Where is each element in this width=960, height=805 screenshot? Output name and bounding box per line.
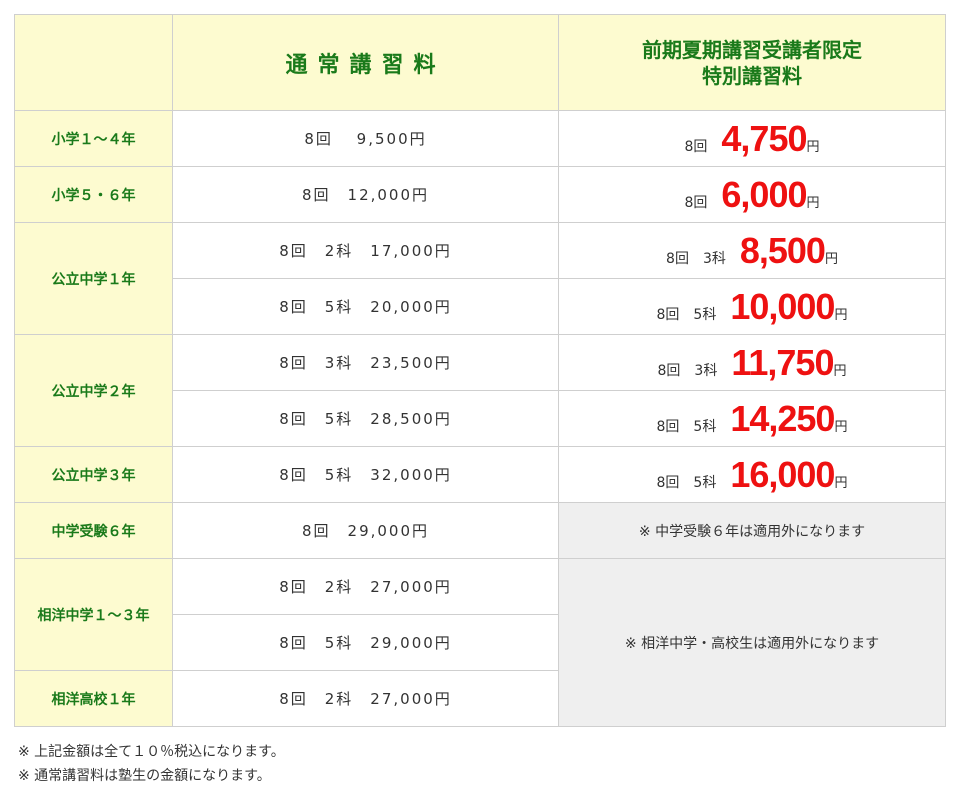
special-fee-cell: 8回 4,750円	[558, 110, 946, 167]
header-special-line2: 特別講習料	[702, 63, 802, 88]
yen-unit: 円	[834, 419, 848, 435]
normal-fee-cell: 8回 12,000円	[172, 166, 559, 223]
not-applicable-note: ※ 中学受験６年は適用外になります	[558, 502, 946, 559]
normal-fee-cell: 8回 9,500円	[172, 110, 559, 167]
special-fee-cell: 8回 3科 11,750円	[558, 334, 946, 391]
table-row: 相洋中学１～３年 8回 2科 27,000円 ※ 相洋中学・高校生は適用外になり…	[14, 558, 946, 727]
price-table: 通常講習料 前期夏期講習受講者限定 特別講習料 小学１～４年 8回 9,500円…	[14, 14, 946, 727]
special-session-label: 8回	[684, 194, 708, 211]
normal-fee-cell: 8回 3科 23,500円	[172, 334, 559, 391]
special-fee-cell: 8回 5科 14,250円	[558, 390, 946, 447]
normal-fee-cell: 8回 2科 17,000円	[172, 222, 559, 279]
table-row: 公立中学２年 8回 3科 23,500円 8回 3科 11,750円	[14, 334, 946, 447]
grade-cell: 相洋中学１～３年	[14, 558, 173, 671]
normal-fee-cell: 8回 29,000円	[172, 502, 559, 559]
header-special-line1: 前期夏期講習受講者限定	[642, 37, 862, 62]
yen-unit: 円	[824, 251, 838, 267]
normal-fee-cell: 8回 5科 29,000円	[172, 614, 559, 671]
special-price: 6,000	[721, 173, 807, 215]
grade-cell: 相洋高校１年	[14, 670, 173, 727]
normal-fee-cell: 8回 5科 32,000円	[172, 446, 559, 503]
special-session-label: 8回 3科	[666, 250, 726, 267]
grade-cell: 公立中学１年	[14, 222, 173, 335]
normal-fee-cell: 8回 5科 28,500円	[172, 390, 559, 447]
special-fee-cell: 8回 5科 10,000円	[558, 278, 946, 335]
table-row: 公立中学１年 8回 2科 17,000円 8回 3科 8,500円	[14, 222, 946, 335]
special-session-label: 8回	[684, 138, 708, 155]
yen-unit: 円	[833, 363, 847, 379]
special-fee-cell: 8回 5科 16,000円	[558, 446, 946, 503]
yen-unit: 円	[834, 307, 848, 323]
footnotes: ※ 上記金額は全て１０％税込になります。 ※ 通常講習料は塾生の金額になります。	[18, 740, 285, 788]
header-normal-fee: 通常講習料	[172, 14, 559, 111]
special-session-label: 8回 5科	[656, 306, 717, 323]
yen-unit: 円	[806, 139, 820, 155]
special-price: 10,000	[730, 285, 835, 327]
table-row: 公立中学３年 8回 5科 32,000円 8回 5科 16,000円	[14, 446, 946, 503]
special-session-label: 8回 3科	[657, 362, 718, 379]
special-price: 8,500	[739, 229, 826, 271]
normal-fee-cell: 8回 2科 27,000円	[172, 670, 559, 727]
grade-cell: 公立中学３年	[14, 446, 173, 503]
special-price: 16,000	[730, 453, 835, 495]
special-price: 4,750	[721, 117, 807, 159]
not-applicable-note: ※ 相洋中学・高校生は適用外になります	[558, 558, 946, 727]
special-fee-cell: 8回 6,000円	[558, 166, 946, 223]
special-fee-cell: 8回 3科 8,500円	[558, 222, 946, 279]
yen-unit: 円	[806, 195, 820, 211]
special-price: 11,750	[731, 341, 834, 383]
table-row: 中学受験６年 8回 29,000円 ※ 中学受験６年は適用外になります	[14, 502, 946, 559]
footnote-member: ※ 通常講習料は塾生の金額になります。	[18, 768, 271, 784]
grade-cell: 小学５・６年	[14, 166, 173, 223]
normal-fee-cell: 8回 5科 20,000円	[172, 278, 559, 335]
grade-cell: 中学受験６年	[14, 502, 173, 559]
yen-unit: 円	[834, 475, 848, 491]
footnote-tax: ※ 上記金額は全て１０％税込になります。	[18, 744, 285, 760]
special-session-label: 8回 5科	[656, 418, 717, 435]
special-session-label: 8回 5科	[656, 474, 717, 491]
header-empty-cell	[14, 14, 173, 111]
grade-cell: 小学１～４年	[14, 110, 173, 167]
price-table-container: 通常講習料 前期夏期講習受講者限定 特別講習料 小学１～４年 8回 9,500円…	[14, 14, 946, 727]
header-special-fee: 前期夏期講習受講者限定 特別講習料	[558, 14, 946, 111]
normal-fee-cell: 8回 2科 27,000円	[172, 558, 559, 615]
special-price: 14,250	[730, 397, 835, 439]
grade-cell: 公立中学２年	[14, 334, 173, 447]
table-row: 小学５・６年 8回 12,000円 8回 6,000円	[14, 166, 946, 223]
table-row: 小学１～４年 8回 9,500円 8回 4,750円	[14, 110, 946, 167]
header-row: 通常講習料 前期夏期講習受講者限定 特別講習料	[14, 14, 946, 111]
